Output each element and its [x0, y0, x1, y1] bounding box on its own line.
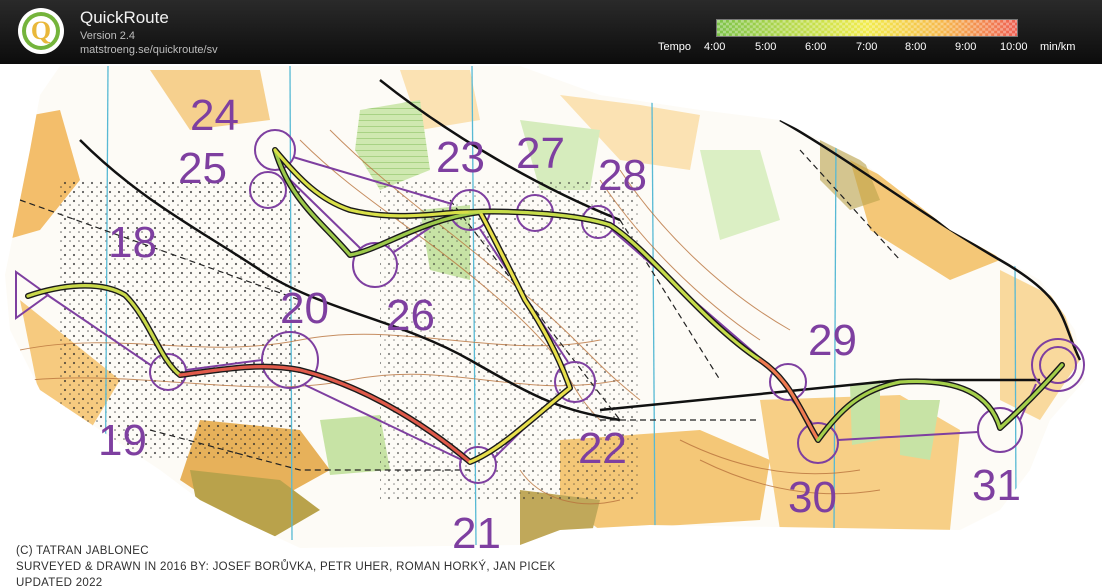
control-number: 23: [436, 133, 485, 182]
control-number: 25: [178, 144, 227, 193]
tempo-color-scale: [716, 19, 1018, 37]
tempo-tick: 7:00: [856, 41, 878, 53]
app-url: matstroeng.se/quickroute/sv: [80, 44, 218, 56]
map-updated-credit: UPDATED 2022: [16, 577, 103, 587]
tempo-tick: 6:00: [805, 41, 827, 53]
map-surveyed-credit: SURVEYED & DRAWN IN 2016 BY: JOSEF BORŮV…: [16, 561, 556, 573]
control-number: 19: [98, 416, 147, 465]
control-number: 29: [808, 316, 857, 365]
tempo-tick: 4:00: [704, 41, 726, 53]
map-copyright: (C) TATRAN JABLONEC: [16, 545, 149, 557]
control-number: 27: [516, 129, 565, 178]
tempo-tick: 10:00: [1000, 41, 1028, 53]
control-number: 30: [788, 473, 837, 522]
tempo-unit: min/km: [1040, 41, 1076, 53]
svg-text:Q: Q: [31, 16, 51, 45]
app-header: Q QuickRoute Version 2.4 matstroeng.se/q…: [0, 0, 1102, 64]
control-number: 24: [190, 91, 239, 140]
control-number: 20: [280, 284, 329, 333]
control-number: 18: [108, 218, 157, 267]
tempo-tick: 9:00: [955, 41, 977, 53]
quickroute-logo-icon: Q: [18, 8, 64, 54]
control-number: 26: [386, 291, 435, 340]
app-version: Version 2.4: [80, 30, 136, 42]
control-number: 28: [598, 151, 647, 200]
orienteering-map[interactable]: 18 19 20 21 22 23 24 25 26 27 28 29 30 3…: [0, 64, 1102, 587]
control-number: 22: [578, 424, 627, 473]
tempo-label: Tempo: [658, 41, 692, 53]
app-title: QuickRoute: [80, 8, 169, 27]
control-number: 31: [972, 461, 1021, 510]
tempo-tick: 8:00: [905, 41, 927, 53]
tempo-tick: 5:00: [755, 41, 777, 53]
control-number: 21: [452, 509, 501, 558]
